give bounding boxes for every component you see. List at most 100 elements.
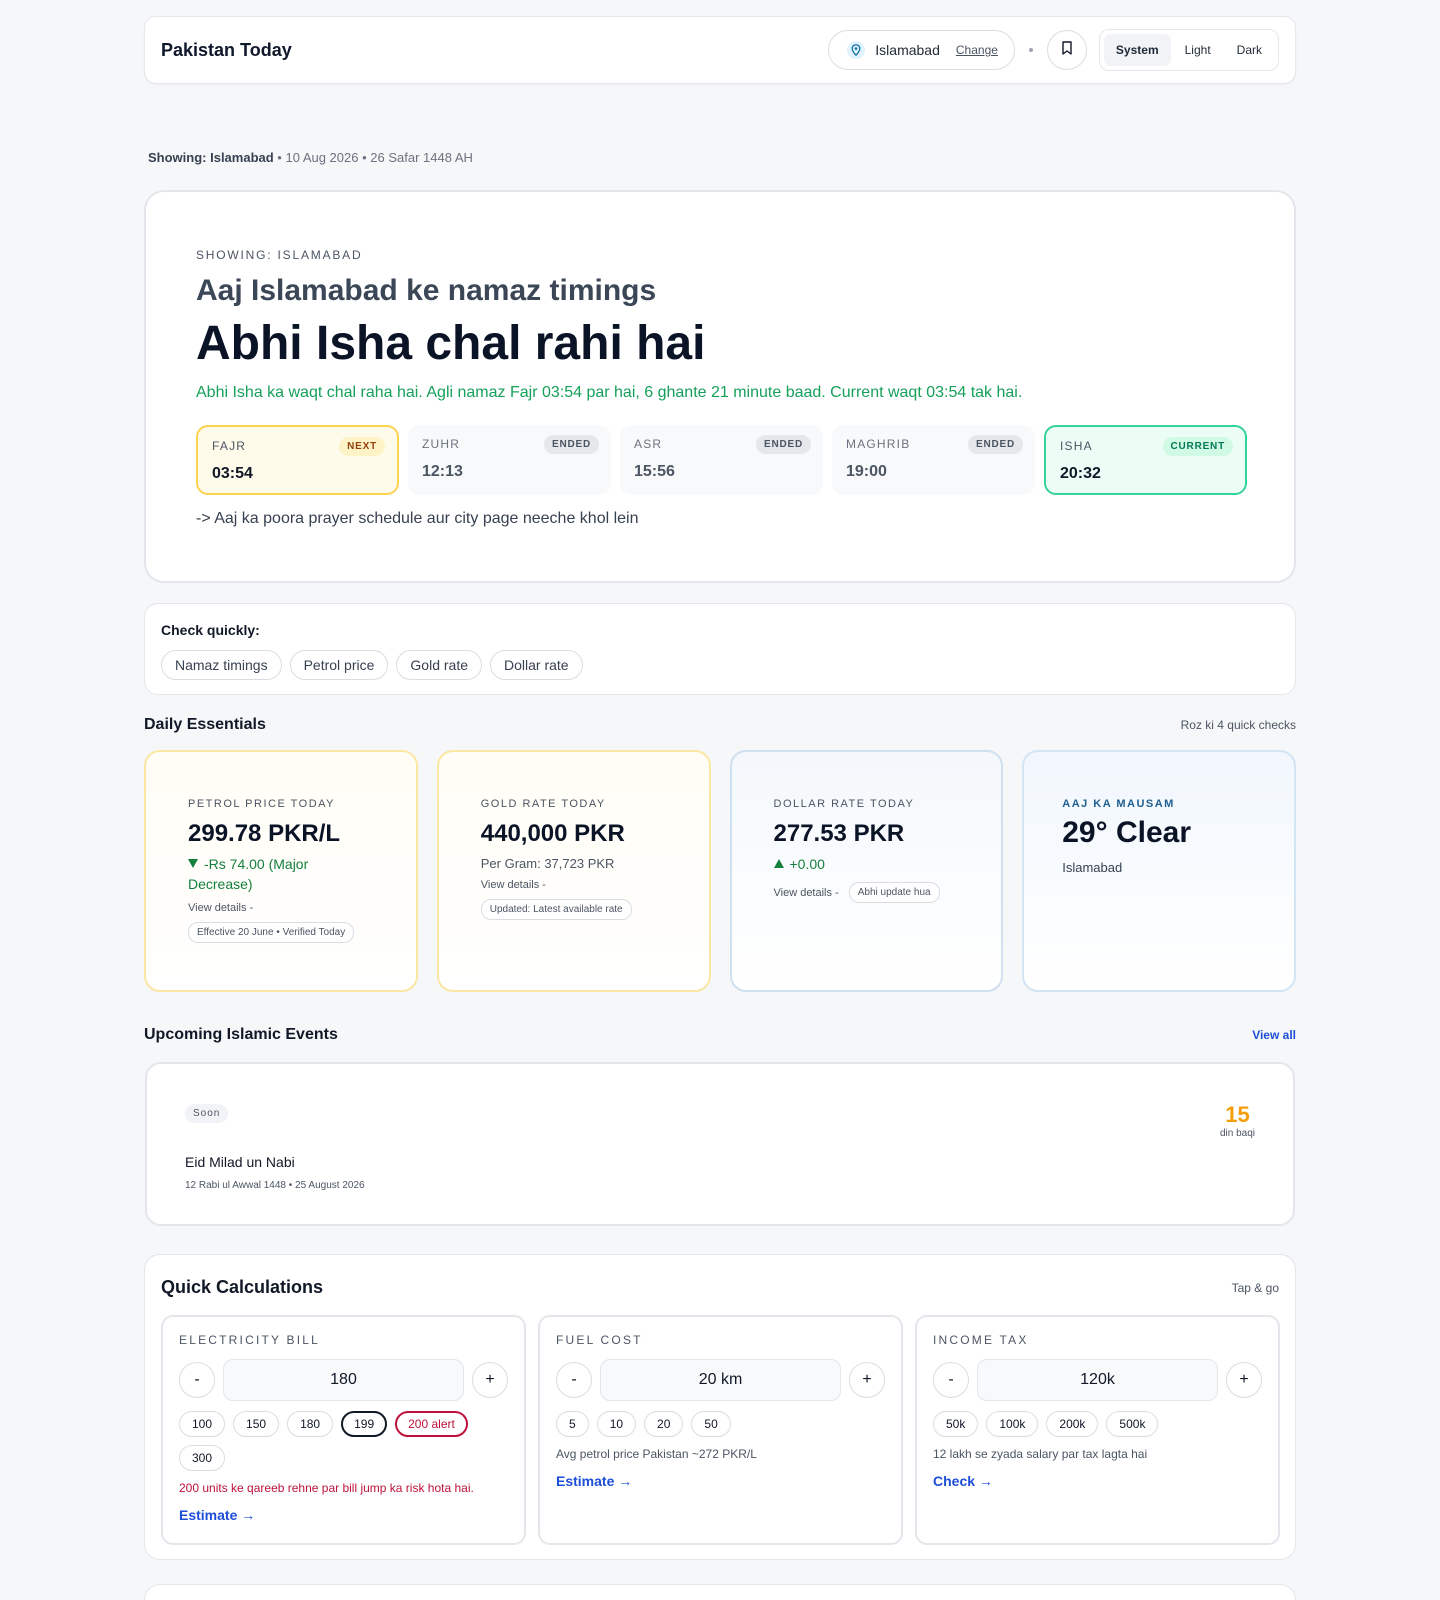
chip-gold-rate[interactable]: Gold rate bbox=[396, 650, 482, 680]
bookmark-button[interactable] bbox=[1046, 30, 1087, 70]
calc-aside: Tap & go bbox=[1231, 1281, 1279, 1295]
prayer-hero-card: SHOWING: ISLAMABAD Aaj Islamabad ke nama… bbox=[144, 190, 1296, 583]
prayer-badge: ENDED bbox=[543, 435, 599, 454]
increase-arrow-icon bbox=[773, 859, 784, 868]
weather-city: Islamabad bbox=[1062, 860, 1123, 875]
separator-dot bbox=[1028, 48, 1033, 52]
bookmark-icon bbox=[1061, 40, 1073, 60]
tax-check-link[interactable]: Check → bbox=[933, 1473, 993, 1489]
hero-subtitle: Aaj Islamabad ke namaz timings bbox=[196, 274, 657, 307]
preset-300[interactable]: 300 bbox=[179, 1445, 226, 1471]
preset-150[interactable]: 150 bbox=[233, 1411, 280, 1437]
electricity-decrement-button[interactable]: - bbox=[179, 1362, 215, 1398]
events-view-all-link[interactable]: View all bbox=[1252, 1028, 1296, 1042]
chip-namaz-timings[interactable]: Namaz timings bbox=[161, 650, 282, 680]
prayer-asr[interactable]: ASR ENDED 15:56 bbox=[620, 425, 823, 495]
preset-100[interactable]: 100 bbox=[179, 1411, 226, 1437]
electricity-increment-button[interactable]: + bbox=[472, 1362, 508, 1398]
electricity-note: 200 units ke qareeb rehne par bill jump … bbox=[179, 1481, 474, 1495]
prayer-time: 19:00 bbox=[846, 463, 887, 480]
prayer-badge: ENDED bbox=[967, 435, 1023, 454]
preset-180[interactable]: 180 bbox=[287, 1411, 334, 1437]
gold-card[interactable]: GOLD RATE TODAY 440,000 PKR Per Gram: 37… bbox=[436, 750, 711, 992]
change-location-link[interactable]: Change bbox=[956, 43, 998, 57]
chip-dollar-rate[interactable]: Dollar rate bbox=[490, 650, 583, 680]
dollar-tag: Abhi update hua bbox=[848, 882, 940, 903]
decrease-arrow-icon bbox=[188, 859, 198, 868]
dollar-card[interactable]: DOLLAR RATE TODAY 277.53 PKR +0.00 View … bbox=[729, 750, 1004, 992]
prayer-schedule-link[interactable]: -> Aaj ka poora prayer schedule aur city… bbox=[196, 510, 639, 528]
prayer-badge: CURRENT bbox=[1162, 437, 1233, 456]
event-name: Eid Milad un Nabi bbox=[185, 1154, 295, 1170]
preset-200-alert[interactable]: 200 alert bbox=[395, 1411, 468, 1437]
theme-dark-button[interactable]: Dark bbox=[1225, 34, 1274, 66]
fuel-distance-input[interactable]: 20 km bbox=[600, 1359, 841, 1401]
preset-500k[interactable]: 500k bbox=[1106, 1411, 1159, 1437]
petrol-change-text: -Rs 74.00 (Major Decrease) bbox=[188, 856, 309, 892]
dollar-change-text: +0.00 bbox=[789, 856, 825, 872]
preset-199[interactable]: 199 bbox=[341, 1411, 388, 1437]
preset-50[interactable]: 50 bbox=[691, 1411, 731, 1437]
gold-value: 440,000 PKR bbox=[480, 820, 625, 847]
dollar-value: 277.53 PKR bbox=[773, 820, 905, 847]
weather-card[interactable]: AAJ KA MAUSAM 29° Clear Islamabad bbox=[1022, 750, 1296, 992]
fuel-increment-button[interactable]: + bbox=[849, 1362, 885, 1398]
fuel-note: Avg petrol price Pakistan ~272 PKR/L bbox=[556, 1447, 757, 1461]
events-header: Upcoming Islamic Events View all bbox=[144, 1026, 1296, 1044]
fuel-decrement-button[interactable]: - bbox=[556, 1362, 592, 1398]
electricity-eyebrow: ELECTRICITY BILL bbox=[179, 1333, 321, 1347]
dollar-change: +0.00 bbox=[773, 854, 960, 874]
event-card[interactable]: Soon Eid Milad un Nabi 12 Rabi ul Awwal … bbox=[145, 1062, 1295, 1226]
event-date: 12 Rabi ul Awwal 1448 • 25 August 2026 bbox=[185, 1180, 365, 1191]
hero-title: Abhi Isha chal rahi hai bbox=[196, 317, 706, 370]
top-header: Pakistan Today Islamabad Change System L… bbox=[144, 16, 1296, 84]
preset-10[interactable]: 10 bbox=[596, 1411, 637, 1437]
gold-tag: Updated: Latest available rate bbox=[480, 899, 632, 920]
theme-system-button[interactable]: System bbox=[1103, 34, 1171, 66]
electricity-units-input[interactable]: 180 bbox=[223, 1359, 464, 1401]
fuel-calc: FUEL COST - 20 km + 5 10 20 50 Avg petro… bbox=[538, 1315, 903, 1545]
gold-per-gram: Per Gram: 37,723 PKR bbox=[480, 856, 615, 871]
fuel-eyebrow: FUEL COST bbox=[556, 1333, 643, 1347]
prayer-time: 03:54 bbox=[212, 465, 253, 482]
chip-petrol-price[interactable]: Petrol price bbox=[289, 650, 389, 680]
electricity-estimate-link[interactable]: Estimate → bbox=[179, 1507, 255, 1523]
fuel-estimate-link[interactable]: Estimate → bbox=[556, 1473, 632, 1489]
preset-20[interactable]: 20 bbox=[644, 1411, 684, 1437]
location-selector[interactable]: Islamabad Change bbox=[828, 30, 1015, 70]
theme-switcher: System Light Dark bbox=[1098, 29, 1279, 71]
tax-eyebrow: INCOME TAX bbox=[933, 1333, 1029, 1347]
hero-description: Abhi Isha ka waqt chal raha hai. Agli na… bbox=[196, 384, 1023, 401]
essentials-header: Daily Essentials Roz ki 4 quick checks bbox=[144, 716, 1296, 734]
prayer-fajr[interactable]: FAJR NEXT 03:54 bbox=[196, 425, 399, 495]
preset-100k[interactable]: 100k bbox=[986, 1411, 1039, 1437]
theme-light-button[interactable]: Light bbox=[1173, 34, 1223, 66]
event-days-label: din baqi bbox=[1219, 1128, 1255, 1139]
prayer-zuhr[interactable]: ZUHR ENDED 12:13 bbox=[408, 425, 611, 495]
petrol-view-details[interactable]: View details - bbox=[188, 902, 374, 914]
prayer-maghrib[interactable]: MAGHRIB ENDED 19:00 bbox=[832, 425, 1035, 495]
essentials-title: Daily Essentials bbox=[144, 716, 266, 733]
preset-200k[interactable]: 200k bbox=[1046, 1411, 1099, 1437]
petrol-card[interactable]: PETROL PRICE TODAY 299.78 PKR/L -Rs 74.0… bbox=[144, 750, 418, 992]
tax-income-input[interactable]: 120k bbox=[977, 1359, 1218, 1401]
tax-increment-button[interactable]: + bbox=[1226, 1362, 1262, 1398]
prayer-badge: ENDED bbox=[755, 435, 811, 454]
dollar-view-details[interactable]: View details - bbox=[774, 887, 839, 899]
events-title: Upcoming Islamic Events bbox=[144, 1026, 338, 1043]
prayer-isha[interactable]: ISHA CURRENT 20:32 bbox=[1044, 425, 1247, 495]
weather-eyebrow: AAJ KA MAUSAM bbox=[1062, 798, 1175, 810]
tax-decrement-button[interactable]: - bbox=[933, 1362, 969, 1398]
preset-50k[interactable]: 50k bbox=[933, 1411, 979, 1437]
event-soon-badge: Soon bbox=[185, 1104, 229, 1123]
quick-calculations: Quick Calculations Tap & go ELECTRICITY … bbox=[144, 1254, 1296, 1560]
gold-view-details[interactable]: View details - bbox=[481, 879, 667, 891]
showing-info: Showing: Islamabad • 10 Aug 2026 • 26 Sa… bbox=[148, 150, 473, 165]
tax-note: 12 lakh se zyada salary par tax lagta ha… bbox=[933, 1447, 1148, 1461]
fuel-stepper: - 20 km + bbox=[556, 1359, 885, 1401]
brand-title[interactable]: Pakistan Today bbox=[161, 40, 828, 61]
prayer-time: 15:56 bbox=[634, 463, 675, 480]
prayer-time: 12:13 bbox=[422, 463, 463, 480]
location-pin-icon bbox=[847, 41, 866, 59]
preset-5[interactable]: 5 bbox=[556, 1411, 589, 1437]
